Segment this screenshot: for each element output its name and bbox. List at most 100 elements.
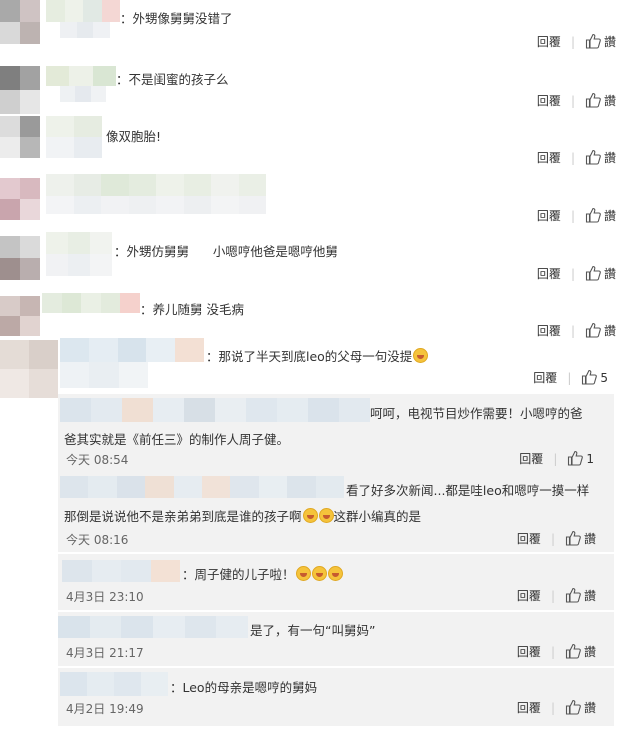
- comment-actions: 回覆 | 讚: [536, 265, 616, 281]
- reply-button[interactable]: 回覆: [517, 532, 541, 546]
- reply-button[interactable]: 回覆: [537, 267, 561, 281]
- reply-item: ：周子健的儿子啦！ 4月3日 23:10 回覆 | 讚: [58, 554, 614, 610]
- comment-item: ：养儿随舅 没毛病 回覆 | 讚: [0, 290, 626, 338]
- avatar[interactable]: [0, 66, 40, 114]
- emoji-icon: [327, 566, 343, 581]
- reply-text: 爸其实就是《前任三》的制作人周子健。: [64, 432, 290, 447]
- like-button[interactable]: 讚: [604, 324, 616, 338]
- thumbs-up-icon[interactable]: [585, 92, 601, 108]
- comment-text: ：养儿随舅 没毛病: [140, 302, 244, 317]
- reply-timestamp: 4月3日 23:10: [66, 590, 144, 604]
- comment-actions: 回覆 | 讚: [536, 207, 616, 223]
- username-blurred[interactable]: [46, 66, 116, 86]
- like-button[interactable]: 讚: [604, 267, 616, 281]
- thumbs-up-icon[interactable]: [565, 643, 581, 659]
- thumbs-up-icon[interactable]: [585, 149, 601, 165]
- like-button[interactable]: 讚: [604, 151, 616, 165]
- emoji-icon: [302, 508, 318, 523]
- thumbs-up-icon[interactable]: [585, 33, 601, 49]
- comment-item: ：外甥像舅舅没错了 回覆 | 讚: [0, 0, 626, 58]
- reply-actions: 回覆 | 讚: [516, 699, 596, 715]
- like-button[interactable]: 讚: [584, 589, 596, 603]
- reply-timestamp: 今天 08:16: [66, 533, 129, 547]
- reply-actions: 回覆 | 讚: [516, 587, 596, 603]
- avatar[interactable]: [0, 340, 58, 398]
- reply-button[interactable]: 回覆: [517, 701, 541, 715]
- comment-item: ：外甥仿舅舅 小嗯哼他爸是嗯哼他舅 回覆 | 讚: [0, 232, 626, 290]
- reply-button[interactable]: 回覆: [519, 452, 543, 466]
- reply-button[interactable]: 回覆: [537, 94, 561, 108]
- avatar[interactable]: [0, 116, 40, 158]
- emoji-icon: [311, 566, 327, 581]
- thumbs-up-icon[interactable]: [567, 450, 584, 466]
- like-button[interactable]: 讚: [584, 701, 596, 715]
- emoji-icon: [413, 348, 429, 363]
- comment-text: ：那说了半天到底leo的父母一句没提: [206, 346, 429, 365]
- like-button[interactable]: 讚: [604, 35, 616, 49]
- comment-text: 像双胞胎!: [106, 129, 162, 144]
- username-blurred[interactable]: [60, 398, 370, 422]
- reply-text: 是了，有一句“叫舅妈”: [250, 623, 376, 638]
- emoji-icon: [295, 566, 311, 581]
- username-blurred[interactable]: [58, 616, 248, 638]
- thumbs-up-icon[interactable]: [565, 587, 581, 603]
- username-blurred[interactable]: [46, 0, 120, 22]
- reply-text: 呵呵，电视节目炒作需要！小嗯哼的爸: [370, 406, 583, 421]
- avatar[interactable]: [0, 0, 40, 44]
- thumbs-up-icon[interactable]: [581, 369, 598, 385]
- username-blurred[interactable]: [60, 338, 204, 362]
- comment-actions: 回覆 | 讚: [536, 33, 616, 49]
- username-blurred[interactable]: [42, 293, 140, 313]
- like-button[interactable]: 讚: [584, 645, 596, 659]
- thumbs-up-icon[interactable]: [585, 265, 601, 281]
- like-count[interactable]: 5: [600, 371, 608, 385]
- comment-item: 回覆 | 讚: [0, 174, 626, 232]
- reply-button[interactable]: 回覆: [537, 324, 561, 338]
- comment-actions: 回覆 | 5: [533, 369, 608, 385]
- username-blurred: [60, 362, 148, 388]
- comment-text: ：外甥仿舅舅 小嗯哼他爸是嗯哼他舅: [114, 244, 338, 259]
- comment-actions: 回覆 | 讚: [536, 149, 616, 165]
- reply-actions: 回覆 | 1: [519, 450, 594, 466]
- reply-actions: 回覆 | 讚: [516, 643, 596, 659]
- thumbs-up-icon[interactable]: [565, 699, 581, 715]
- username-blurred[interactable]: [46, 116, 102, 158]
- reply-text: 看了好多次新闻...都是哇leo和嗯哼一摸一样: [346, 483, 590, 498]
- avatar[interactable]: [0, 296, 40, 336]
- comment-text: ：外甥像舅舅没错了: [120, 11, 233, 26]
- username-blurred[interactable]: [46, 174, 266, 196]
- reply-button[interactable]: 回覆: [533, 371, 557, 385]
- thumbs-up-icon[interactable]: [585, 322, 601, 338]
- reply-actions: 回覆 | 讚: [516, 530, 596, 546]
- username-blurred: [60, 22, 110, 38]
- reply-item: 看了好多次新闻...都是哇leo和嗯哼一摸一样 那倒是说说他不是亲弟弟到底是谁的…: [58, 472, 614, 552]
- reply-timestamp: 4月2日 19:49: [66, 702, 144, 716]
- like-button[interactable]: 讚: [584, 532, 596, 546]
- reply-text: ：周子健的儿子啦！: [182, 564, 343, 583]
- username-blurred[interactable]: [62, 560, 180, 582]
- reply-button[interactable]: 回覆: [517, 589, 541, 603]
- comment-item: ：不是闺蜜的孩子么 回覆 | 讚: [0, 58, 626, 116]
- reply-button[interactable]: 回覆: [537, 151, 561, 165]
- reply-button[interactable]: 回覆: [537, 209, 561, 223]
- thumbs-up-icon[interactable]: [565, 530, 581, 546]
- thumbs-up-icon[interactable]: [585, 207, 601, 223]
- emoji-icon: [318, 508, 334, 523]
- reply-button[interactable]: 回覆: [537, 35, 561, 49]
- avatar[interactable]: [0, 178, 40, 220]
- reply-button[interactable]: 回覆: [517, 645, 541, 659]
- reply-timestamp: 今天 08:54: [66, 453, 129, 467]
- avatar[interactable]: [0, 236, 40, 280]
- comment-actions: 回覆 | 讚: [536, 322, 616, 338]
- comment-item: 像双胞胎! 回覆 | 讚: [0, 116, 626, 174]
- like-count[interactable]: 1: [586, 452, 594, 466]
- like-button[interactable]: 讚: [604, 94, 616, 108]
- reply-text: 那倒是说说他不是亲弟弟到底是谁的孩子啊 这群小编真的是: [64, 508, 422, 524]
- username-blurred[interactable]: [46, 232, 112, 276]
- username-blurred[interactable]: [60, 476, 344, 498]
- reply-text: ：Leo的母亲是嗯哼的舅妈: [170, 680, 318, 695]
- like-button[interactable]: 讚: [604, 209, 616, 223]
- username-blurred[interactable]: [60, 672, 168, 696]
- reply-item: ：Leo的母亲是嗯哼的舅妈 4月2日 19:49 回覆 | 讚: [58, 668, 614, 726]
- username-blurred: [60, 86, 106, 102]
